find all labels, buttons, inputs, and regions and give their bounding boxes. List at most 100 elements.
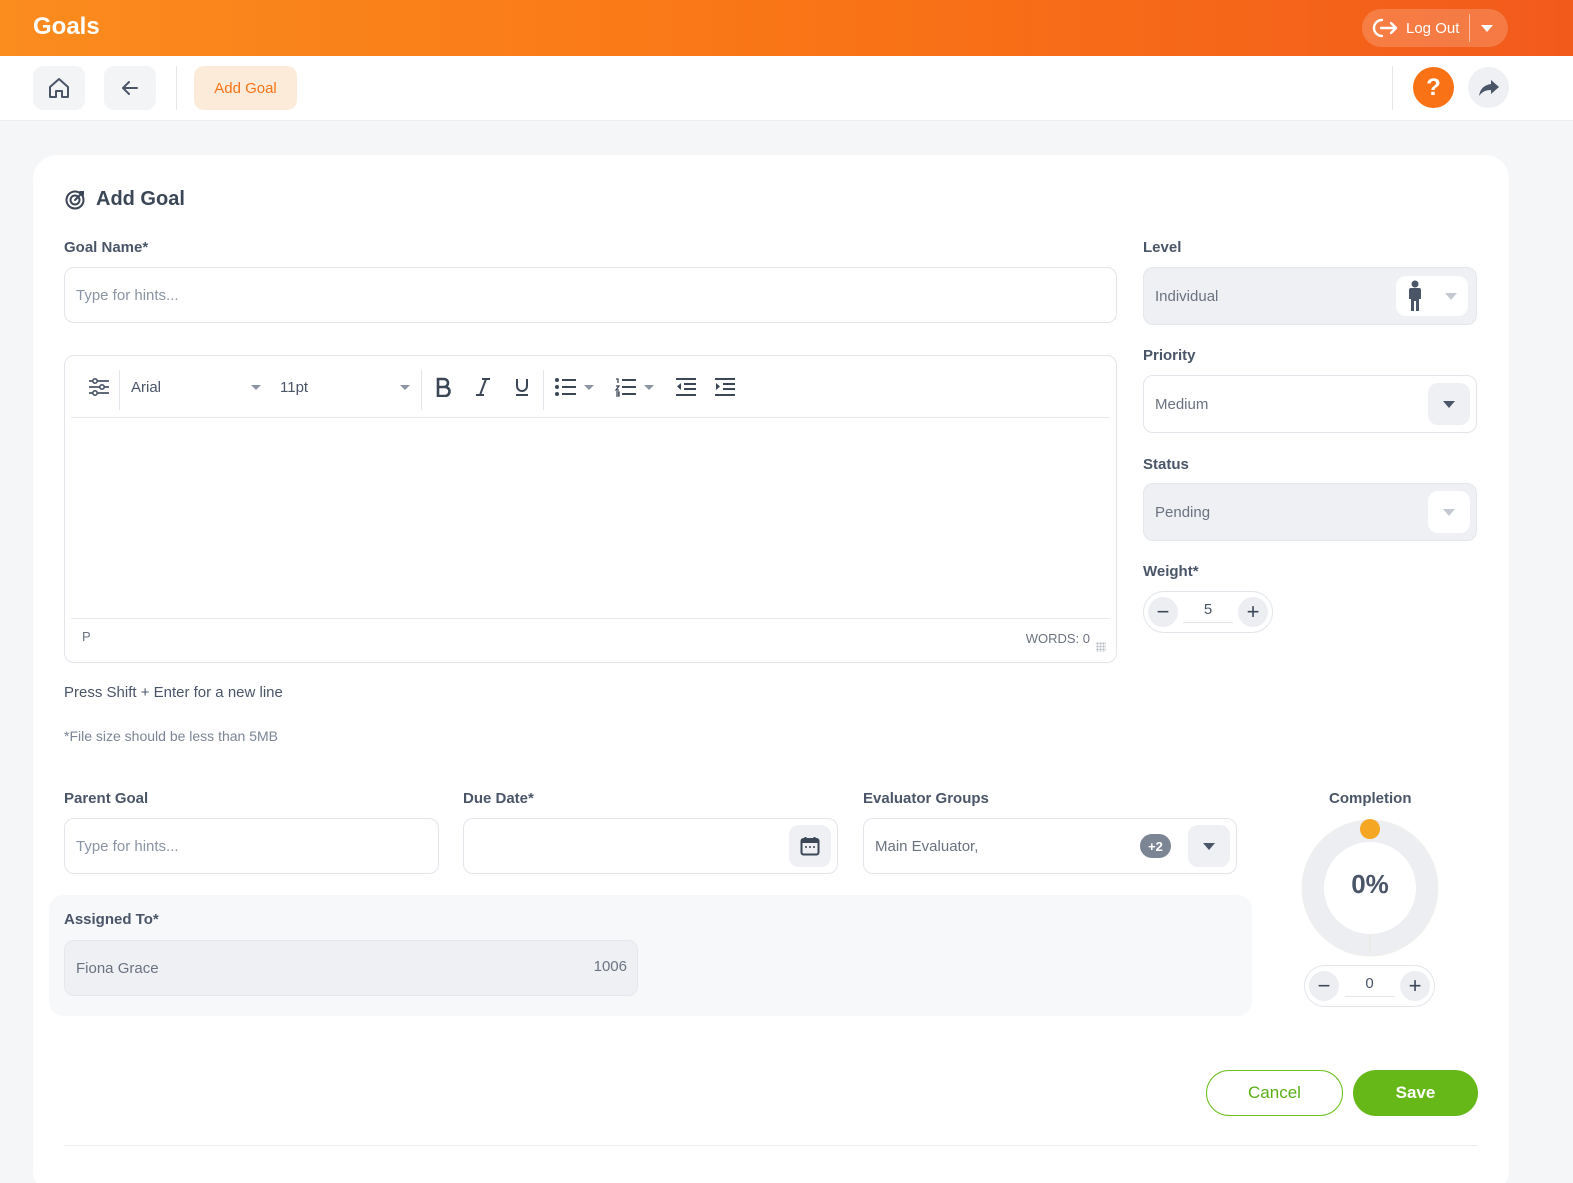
cancel-button[interactable]: Cancel (1206, 1070, 1343, 1116)
evaluator-groups-label: Evaluator Groups (863, 790, 989, 807)
underline-icon (516, 379, 528, 396)
person-icon (1409, 280, 1421, 311)
parent-goal-input[interactable] (64, 818, 439, 874)
level-dropdown-button[interactable] (1396, 276, 1468, 316)
indent-button[interactable] (708, 362, 742, 412)
logout-menu-toggle[interactable] (1470, 9, 1504, 47)
resize-handle-icon[interactable] (1096, 642, 1106, 652)
home-button[interactable] (33, 66, 85, 110)
editor-word-count: WORDS: 0 (1025, 631, 1090, 646)
chevron-down-icon (1203, 842, 1215, 850)
font-family-value: Arial (131, 378, 162, 396)
assigned-to-panel: Assigned To* Fiona Grace 1006 (49, 895, 1252, 1016)
nav-divider (176, 66, 177, 110)
bold-button[interactable] (427, 362, 459, 412)
numbered-list-icon (614, 378, 636, 397)
status-select[interactable]: Pending (1143, 483, 1477, 541)
share-arrow-icon (1478, 79, 1499, 96)
back-button[interactable] (104, 66, 156, 110)
nav-divider-right (1392, 66, 1393, 110)
help-button[interactable]: ? (1413, 67, 1454, 108)
weight-label: Weight* (1143, 563, 1199, 580)
evaluator-extra-count-badge: +2 (1140, 834, 1171, 858)
toolbar-divider (421, 370, 422, 410)
underline-button[interactable] (506, 362, 538, 412)
font-size-select[interactable]: 11pt (280, 362, 410, 412)
assigned-to-id: 1006 (593, 958, 627, 975)
toolbar-divider (543, 370, 544, 410)
form-title: Add Goal (96, 188, 185, 210)
bullet-list-button[interactable] (549, 362, 599, 412)
calendar-icon (800, 837, 820, 856)
editor-settings-button[interactable] (81, 362, 117, 412)
toolbar-divider (119, 370, 120, 410)
outdent-icon (676, 378, 696, 396)
app-title: Goals (33, 13, 100, 40)
priority-select[interactable]: Medium (1143, 375, 1477, 433)
italic-icon (476, 378, 490, 396)
status-dropdown-button[interactable] (1428, 491, 1470, 533)
assigned-to-label: Assigned To* (64, 911, 159, 928)
sliders-icon (89, 377, 109, 397)
completion-decrement-button[interactable]: − (1309, 971, 1339, 1001)
font-size-value: 11pt (280, 378, 309, 396)
completion-increment-button[interactable]: + (1400, 971, 1430, 1001)
logout-button[interactable]: Log Out (1362, 9, 1469, 47)
breadcrumb-add-goal[interactable]: Add Goal (194, 66, 297, 110)
date-picker-button[interactable] (789, 825, 831, 867)
save-button[interactable]: Save (1353, 1070, 1478, 1116)
file-size-hint: *File size should be less than 5MB (64, 728, 278, 744)
share-button[interactable] (1468, 67, 1509, 108)
priority-label: Priority (1143, 347, 1196, 364)
chevron-down-icon (644, 384, 654, 390)
newline-hint: Press Shift + Enter for a new line (64, 684, 283, 701)
outdent-button[interactable] (669, 362, 703, 412)
logout-label: Log Out (1406, 19, 1460, 37)
editor-element-path[interactable]: P (82, 629, 91, 644)
weight-value[interactable]: 5 (1183, 601, 1233, 623)
chevron-down-icon (584, 384, 594, 390)
level-label: Level (1143, 239, 1182, 256)
target-icon (65, 190, 85, 209)
completion-label: Completion (1329, 790, 1412, 807)
weight-decrement-button[interactable]: − (1148, 597, 1178, 627)
completion-knob[interactable] (1360, 819, 1380, 839)
description-editor: Arial 11pt P WORDS: 0 (64, 355, 1117, 663)
logout-icon (1372, 18, 1398, 38)
editor-statusbar: P WORDS: 0 (71, 618, 1110, 656)
completion-value[interactable]: 0 (1344, 975, 1395, 997)
form-title-row: Add Goal (64, 188, 185, 211)
evaluator-groups-select[interactable]: Main Evaluator, +2 (863, 818, 1237, 874)
chevron-down-icon (1443, 400, 1455, 408)
assigned-to-field[interactable]: Fiona Grace 1006 (64, 940, 638, 996)
status-label: Status (1143, 456, 1189, 473)
due-date-input[interactable] (463, 818, 838, 874)
parent-goal-label: Parent Goal (64, 790, 149, 807)
goal-name-input[interactable] (64, 267, 1117, 323)
priority-value: Medium (1155, 395, 1209, 413)
priority-dropdown-button[interactable] (1428, 383, 1470, 425)
chevron-down-icon (400, 384, 410, 390)
footer-divider (64, 1145, 1478, 1146)
editor-toolbar: Arial 11pt (71, 362, 1110, 418)
nav-toolbar: Add Goal ? (0, 56, 1573, 121)
weight-increment-button[interactable]: + (1238, 597, 1268, 627)
level-value: Individual (1155, 287, 1219, 305)
bold-icon (436, 377, 451, 397)
completion-gauge: 0% (1299, 817, 1441, 959)
editor-content-area[interactable] (71, 420, 1110, 616)
evaluator-groups-dropdown-button[interactable] (1188, 825, 1230, 867)
weight-stepper: − 5 + (1143, 591, 1273, 633)
home-icon (49, 78, 69, 98)
bullet-list-icon (555, 378, 576, 396)
assigned-to-name: Fiona Grace (76, 959, 159, 977)
chevron-down-icon (1481, 24, 1494, 32)
arrow-left-icon (122, 81, 138, 95)
italic-button[interactable] (467, 362, 499, 412)
status-value: Pending (1155, 503, 1211, 521)
add-goal-card: Add Goal Goal Name* Arial 11pt (33, 155, 1509, 1183)
chevron-down-icon (1443, 508, 1455, 516)
numbered-list-button[interactable] (609, 362, 659, 412)
level-select[interactable]: Individual (1143, 267, 1477, 325)
font-family-select[interactable]: Arial (131, 362, 261, 412)
